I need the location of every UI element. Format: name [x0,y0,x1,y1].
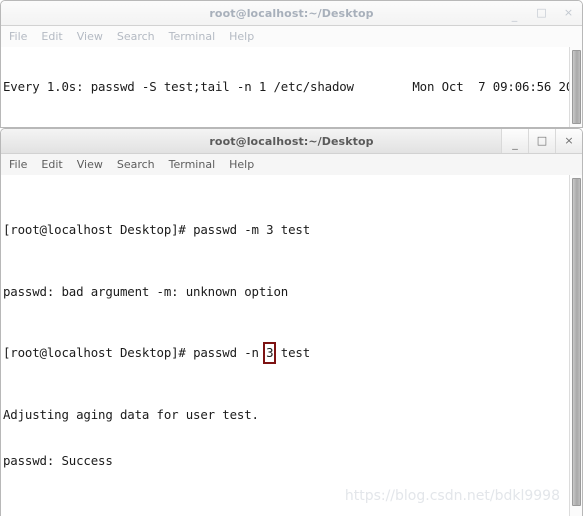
minimize-button-bottom[interactable]: _ [501,129,528,153]
watch-header-left: Every 1.0s: passwd -S test;tail -n 1 /et… [3,78,354,94]
minimize-button-top[interactable]: _ [501,1,528,25]
menu-terminal-top[interactable]: Terminal [169,30,216,43]
menu-file-top[interactable]: File [9,30,27,43]
menu-view-top[interactable]: View [77,30,103,43]
maximize-button-top[interactable]: □ [528,1,555,25]
terminal-output-line: passwd: Success [3,453,113,469]
scrollbar-thumb-bottom[interactable] [572,178,581,506]
scrollbar-bottom[interactable] [569,175,582,516]
watch-header-spacer [354,79,412,94]
menu-edit-bottom[interactable]: Edit [41,158,62,171]
close-icon: × [563,5,574,19]
watch-header-line: Every 1.0s: passwd -S test;tail -n 1 /et… [3,79,582,94]
menu-view-bottom[interactable]: View [77,158,103,171]
highlight-box-min-days-arg: 3 [263,342,277,364]
menu-search-bottom[interactable]: Search [117,158,155,171]
terminal-command-line-highlighted: [root@localhost Desktop]# passwd -n 3 te… [3,342,311,364]
shell-prompt: [root@localhost Desktop]# [3,345,194,361]
watch-header-right: Mon Oct 7 09:06:56 2019 [412,78,582,94]
window-title-bottom: root@localhost:~/Desktop [209,134,374,148]
scrollbar-top[interactable] [569,47,582,127]
shell-command-prefix: passwd -n [193,345,267,361]
close-button-top[interactable]: × [555,1,582,25]
menubar-bottom: File Edit View Search Terminal Help [1,154,582,176]
terminal-text-bottom: [root@localhost Desktop]# passwd -m 3 te… [3,176,310,516]
terminal-output-bottom[interactable]: [root@localhost Desktop]# passwd -m 3 te… [1,175,582,516]
scrollbar-thumb-top[interactable] [572,50,581,124]
terminal-text-top: Every 1.0s: passwd -S test;tail -n 1 /et… [3,48,582,127]
terminal-output-top[interactable]: Every 1.0s: passwd -S test;tail -n 1 /et… [1,47,582,127]
terminal-window-top[interactable]: root@localhost:~/Desktop _ □ × File Edit… [0,0,583,128]
maximize-button-bottom[interactable]: □ [528,129,555,153]
shell-command-suffix: test [273,345,311,361]
titlebar-bottom[interactable]: root@localhost:~/Desktop _ □ × [1,129,582,154]
menu-terminal-bottom[interactable]: Terminal [169,158,216,171]
close-button-bottom[interactable]: × [555,129,582,153]
menu-search-top[interactable]: Search [117,30,155,43]
shell-prompt: [root@localhost Desktop]# [3,222,194,238]
menu-help-top[interactable]: Help [229,30,254,43]
menu-edit-top[interactable]: Edit [41,30,62,43]
window-title-top: root@localhost:~/Desktop [209,6,374,20]
maximize-icon: □ [536,5,547,19]
window-controls-top: _ □ × [501,1,582,25]
watermark-text: https://blog.csdn.net/bdkl9998 [344,488,560,504]
minimize-icon: _ [511,8,518,22]
titlebar-top[interactable]: root@localhost:~/Desktop _ □ × [1,1,582,26]
close-icon: × [564,133,574,147]
window-controls-bottom: _ □ × [501,129,582,153]
terminal-window-bottom[interactable]: root@localhost:~/Desktop _ □ × File Edit… [0,128,583,516]
terminal-output-line: passwd: bad argument -m: unknown option [3,283,289,299]
maximize-icon: □ [536,133,548,147]
terminal-command-line: [root@localhost Desktop]# passwd -m 3 te… [3,222,310,237]
menu-file-bottom[interactable]: File [9,158,27,171]
menu-help-bottom[interactable]: Help [229,158,254,171]
minimize-icon: _ [512,136,518,150]
shell-command: passwd -m 3 test [193,222,311,238]
menubar-top: File Edit View Search Terminal Help [1,26,582,48]
terminal-output-line: Adjusting aging data for user test. [3,407,259,423]
